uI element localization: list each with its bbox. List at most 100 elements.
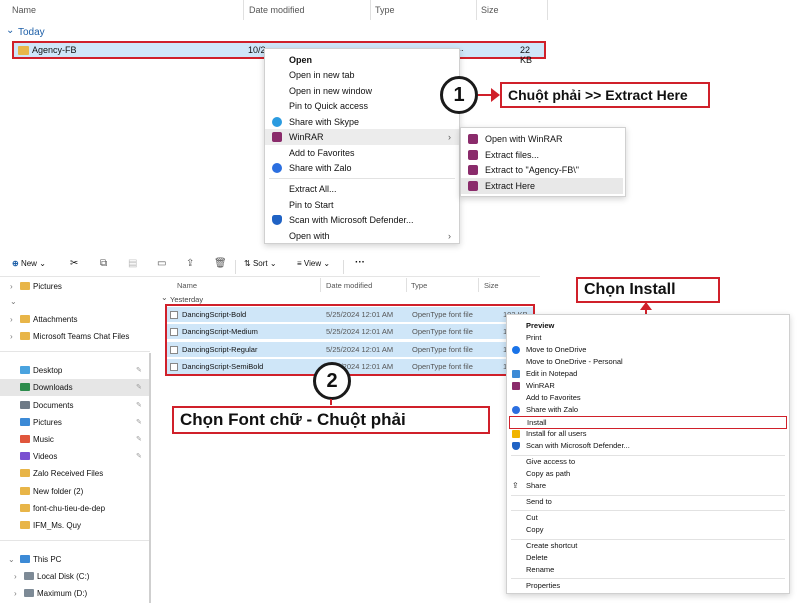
- nav-zalo-received[interactable]: Zalo Received Files: [0, 465, 150, 482]
- nav-teams-chat-files[interactable]: › Microsoft Teams Chat Files: [0, 328, 150, 345]
- column-divider[interactable]: [320, 278, 321, 292]
- menu-item-move-onedrive[interactable]: Move to OneDrive: [507, 344, 789, 356]
- column-type[interactable]: Type: [375, 5, 395, 15]
- menu-item-open-with[interactable]: Open with ›: [265, 228, 459, 244]
- column-type[interactable]: Type: [411, 281, 427, 290]
- column-divider[interactable]: [547, 0, 548, 20]
- menu-label: WinRAR: [289, 132, 324, 142]
- submenu-extract-here[interactable]: Extract Here: [461, 178, 623, 194]
- menu-label: Open with WinRAR: [485, 134, 563, 144]
- nav-downloads[interactable]: Downloads ✎: [0, 379, 150, 396]
- menu-item-copy[interactable]: Copy: [507, 524, 789, 536]
- column-date-modified[interactable]: Date modified: [326, 281, 372, 290]
- menu-item-print[interactable]: Print: [507, 332, 789, 344]
- chevron-right-icon: ›: [14, 589, 17, 598]
- menu-item-add-favorites[interactable]: Add to Favorites: [265, 145, 459, 161]
- delete-button[interactable]: 🗑: [214, 258, 227, 269]
- submenu-extract-files[interactable]: Extract files...: [461, 147, 625, 163]
- view-button[interactable]: ≡ View ⌄: [297, 259, 330, 268]
- menu-item-send-to[interactable]: Send to: [507, 496, 789, 508]
- group-header-yesterday[interactable]: Yesterday: [170, 295, 203, 304]
- step-1-circle: 1: [440, 76, 478, 114]
- file-row[interactable]: DancingScript-Medium 5/25/2024 12:01 AM …: [167, 324, 533, 339]
- column-divider[interactable]: [476, 0, 477, 20]
- new-button[interactable]: ⊕ New ⌄: [12, 259, 46, 268]
- zalo-icon: [272, 163, 282, 173]
- nav-ifm-ms-quy[interactable]: IFM_Ms. Quy: [0, 517, 150, 534]
- menu-item-share-zalo[interactable]: Share with Zalo: [507, 404, 789, 416]
- menu-item-share-skype[interactable]: Share with Skype: [265, 114, 459, 130]
- cut-button[interactable]: ✂: [70, 258, 78, 269]
- menu-item-create-shortcut[interactable]: Create shortcut: [507, 540, 789, 552]
- sort-button[interactable]: ⇅ Sort ⌄: [244, 259, 277, 268]
- menu-item-install-all-users[interactable]: Install for all users: [507, 428, 789, 440]
- column-size[interactable]: Size: [481, 5, 499, 15]
- nav-desktop[interactable]: Desktop ✎: [0, 362, 150, 379]
- menu-item-open[interactable]: Open: [265, 52, 459, 68]
- menu-item-extract-all[interactable]: Extract All...: [265, 181, 459, 197]
- menu-item-share-zalo[interactable]: Share with Zalo: [265, 160, 459, 176]
- menu-item-pin-quick-access[interactable]: Pin to Quick access: [265, 98, 459, 114]
- column-size[interactable]: Size: [484, 281, 499, 290]
- nav-this-pc[interactable]: ⌄ This PC: [0, 551, 150, 568]
- menu-label: Give access to: [526, 457, 576, 466]
- nav-videos[interactable]: Videos ✎: [0, 448, 150, 465]
- copy-button[interactable]: ⧉: [100, 258, 107, 269]
- menu-item-scan-defender[interactable]: Scan with Microsoft Defender...: [507, 440, 789, 452]
- column-date-modified[interactable]: Date modified: [249, 5, 305, 15]
- group-chevron-icon[interactable]: ⌄: [161, 293, 168, 302]
- menu-item-open-new-tab[interactable]: Open in new tab: [265, 67, 459, 83]
- menu-item-rename[interactable]: Rename: [507, 564, 789, 576]
- menu-item-edit-notepad[interactable]: Edit in Notepad: [507, 368, 789, 380]
- column-divider[interactable]: [478, 278, 479, 292]
- paste-button[interactable]: ▤: [128, 258, 137, 269]
- menu-item-copy-path[interactable]: Copy as path: [507, 468, 789, 480]
- nav-scrollbar[interactable]: [149, 353, 151, 603]
- nav-local-disk-c[interactable]: › Local Disk (C:): [0, 568, 150, 585]
- column-divider[interactable]: [243, 0, 244, 20]
- file-row[interactable]: DancingScript-Bold 5/25/2024 12:01 AM Op…: [167, 307, 533, 322]
- menu-item-add-favorites[interactable]: Add to Favorites: [507, 392, 789, 404]
- menu-item-delete[interactable]: Delete: [507, 552, 789, 564]
- nav-music[interactable]: Music ✎: [0, 431, 150, 448]
- menu-label: Scan with Microsoft Defender...: [289, 215, 414, 225]
- step-2-arrow: [330, 399, 332, 405]
- share-button[interactable]: ⇪: [186, 258, 194, 269]
- nav-documents[interactable]: Documents ✎: [0, 397, 150, 414]
- menu-item-scan-defender[interactable]: Scan with Microsoft Defender...: [265, 212, 459, 228]
- group-header-today[interactable]: Today: [18, 27, 45, 38]
- menu-item-give-access[interactable]: Give access to: [507, 456, 789, 468]
- menu-item-open-new-window[interactable]: Open in new window: [265, 83, 459, 99]
- more-options-button[interactable]: ···: [355, 257, 365, 268]
- group-chevron-icon[interactable]: ⌄: [6, 25, 14, 36]
- menu-label: Share with Zalo: [526, 405, 579, 414]
- menu-item-winrar[interactable]: WinRAR: [507, 380, 789, 392]
- nav-new-folder-2[interactable]: New folder (2): [0, 483, 150, 500]
- nav-pictures[interactable]: Pictures ✎: [0, 414, 150, 431]
- file-row[interactable]: DancingScript-SemiBold 5/25/2024 12:01 A…: [167, 359, 533, 374]
- nav-label: Microsoft Teams Chat Files: [33, 332, 130, 341]
- nav-attachments[interactable]: › Attachments: [0, 311, 150, 328]
- rename-button[interactable]: ▭: [157, 258, 166, 269]
- nav-font-chu-tieu-de-dep[interactable]: font-chu-tieu-de-dep: [0, 500, 150, 517]
- menu-item-properties[interactable]: Properties: [507, 580, 789, 592]
- menu-item-winrar[interactable]: WinRAR ›: [265, 129, 459, 145]
- column-divider[interactable]: [370, 0, 371, 20]
- column-name[interactable]: Name: [177, 281, 197, 290]
- file-row[interactable]: DancingScript-Regular 5/25/2024 12:01 AM…: [167, 342, 533, 357]
- menu-separator: [511, 578, 785, 579]
- menu-item-cut[interactable]: Cut: [507, 512, 789, 524]
- menu-item-share[interactable]: ⇪ Share: [507, 480, 789, 492]
- column-name[interactable]: Name: [12, 5, 36, 15]
- submenu-extract-to-folder[interactable]: Extract to "Agency-FB\": [461, 162, 625, 178]
- nav-label: Videos: [33, 452, 58, 461]
- nav-maximum-d[interactable]: › Maximum (D:): [0, 585, 150, 602]
- submenu-open-winrar[interactable]: Open with WinRAR: [461, 131, 625, 147]
- column-divider[interactable]: [406, 278, 407, 292]
- menu-label: Move to OneDrive: [526, 345, 587, 354]
- menu-item-move-onedrive-personal[interactable]: Move to OneDrive - Personal: [507, 356, 789, 368]
- nav-expand[interactable]: ⌄: [0, 293, 150, 310]
- menu-item-pin-start[interactable]: Pin to Start: [265, 197, 459, 213]
- plus-icon: ⊕: [12, 259, 19, 268]
- menu-item-preview[interactable]: Preview: [507, 320, 789, 332]
